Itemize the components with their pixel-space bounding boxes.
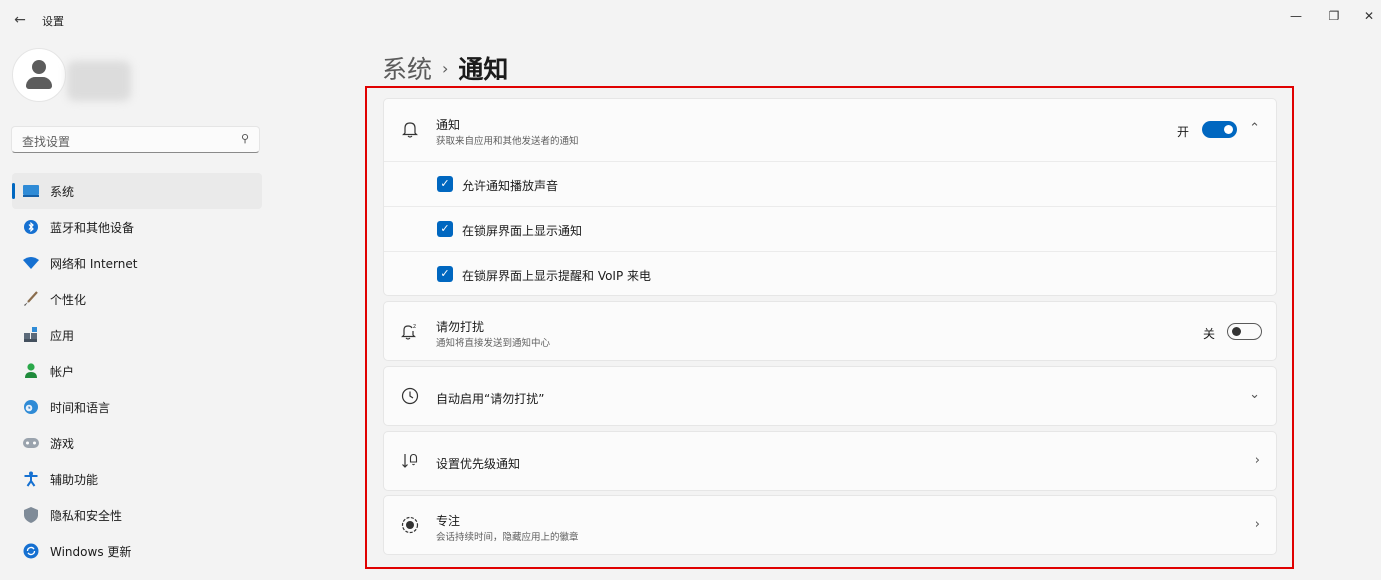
sidebar-item-label: 辅助功能 [50, 473, 99, 487]
sidebar-item-accounts[interactable]: 帐户 [12, 353, 262, 389]
notifications-subtitle: 获取来自应用和其他发送者的通知 [436, 136, 579, 147]
back-button[interactable]: ← [8, 10, 32, 30]
back-arrow-icon: ← [14, 12, 26, 28]
sidebar-item-label: 游戏 [50, 437, 75, 451]
apps-icon [22, 326, 40, 344]
bluetooth-icon [22, 218, 40, 236]
sidebar-item-label: 时间和语言 [50, 401, 111, 415]
dnd-toggle-state: 关 [1203, 327, 1216, 341]
sidebar-item-apps[interactable]: 应用 [12, 317, 262, 353]
list-item[interactable]: ✓ 允许通知播放声音 [384, 161, 1276, 206]
restore-button[interactable]: ❐ [1322, 6, 1346, 26]
notifications-toggle-state: 开 [1177, 125, 1190, 139]
chevron-up-icon[interactable]: ⌃ [1249, 121, 1260, 136]
sidebar-item-label: 隐私和安全性 [50, 509, 123, 523]
list-item[interactable]: ✓ 在锁屏界面上显示提醒和 VoIP 来电 [384, 251, 1276, 296]
lockscreen-reminders-checkbox[interactable]: ✓ [437, 266, 453, 282]
sidebar-item-label: 应用 [50, 329, 75, 343]
focus-subtitle: 会话持续时间，隐藏应用上的徽章 [436, 532, 579, 543]
sidebar-item-gaming[interactable]: 游戏 [12, 425, 262, 461]
bell-snooze-icon: z [400, 322, 420, 342]
sidebar-item-system[interactable]: 系统 [12, 173, 262, 209]
notifications-toggle[interactable] [1202, 121, 1237, 138]
checkbox-label: 允许通知播放声音 [462, 179, 559, 193]
focus-icon [400, 516, 420, 536]
search-input[interactable]: 查找设置 ⚲ [11, 126, 260, 153]
sidebar-item-time-language[interactable]: 时间和语言 [12, 389, 262, 425]
sidebar-nav: 系统 蓝牙和其他设备 网络和 Internet 个性化 应用 帐户 时间和语言 … [12, 173, 262, 569]
breadcrumb-chevron-icon: › [442, 59, 449, 78]
notifications-title: 通知 [436, 118, 461, 132]
clock-icon [400, 387, 420, 407]
toggle-knob [1232, 327, 1241, 336]
sidebar-item-label: 帐户 [50, 365, 75, 379]
priority-card[interactable]: 设置优先级通知 › [383, 431, 1277, 491]
sidebar-item-label: 个性化 [50, 293, 87, 307]
account-icon [22, 362, 40, 380]
dnd-toggle[interactable] [1227, 323, 1262, 340]
auto-dnd-card[interactable]: 自动启用“请勿打扰” ⌄ [383, 366, 1277, 426]
update-icon [22, 542, 40, 560]
focus-card[interactable]: 专注 会话持续时间，隐藏应用上的徽章 › [383, 495, 1277, 555]
checkbox-label: 在锁屏界面上显示提醒和 VoIP 来电 [462, 269, 652, 283]
wifi-icon [22, 254, 40, 272]
dnd-subtitle: 通知将直接发送到通知中心 [436, 338, 551, 349]
breadcrumb: 系统 › 通知 [382, 50, 509, 84]
search-icon: ⚲ [240, 132, 249, 145]
bell-icon [400, 120, 420, 140]
priority-title: 设置优先级通知 [436, 457, 521, 471]
dnd-card[interactable]: z 请勿打扰 通知将直接发送到通知中心 关 [383, 301, 1277, 361]
sidebar-item-accessibility[interactable]: 辅助功能 [12, 461, 262, 497]
notifications-card: 通知 获取来自应用和其他发送者的通知 开 ⌃ ✓ 允许通知播放声音 ✓ 在锁屏界… [383, 98, 1277, 296]
sidebar-item-personalization[interactable]: 个性化 [12, 281, 262, 317]
profile-name-blurred [67, 61, 131, 101]
chevron-down-icon: ⌄ [1249, 387, 1260, 402]
sidebar-item-bluetooth[interactable]: 蓝牙和其他设备 [12, 209, 262, 245]
globe-icon [22, 398, 40, 416]
sidebar-item-windows-update[interactable]: Windows 更新 [12, 533, 262, 569]
page-title: 通知 [458, 55, 509, 84]
user-profile[interactable] [12, 48, 272, 108]
title-bar: ← 设置 — ❐ ✕ [0, 0, 1381, 40]
lockscreen-notifications-checkbox[interactable]: ✓ [437, 221, 453, 237]
breadcrumb-parent[interactable]: 系统 [382, 55, 432, 84]
brush-icon [22, 290, 40, 308]
app-title: 设置 [42, 15, 64, 28]
checkbox-label: 在锁屏界面上显示通知 [462, 224, 583, 238]
sound-checkbox[interactable]: ✓ [437, 176, 453, 192]
active-indicator [12, 183, 15, 199]
minimize-button[interactable]: — [1284, 6, 1308, 26]
sidebar-item-label: 网络和 Internet [50, 257, 138, 271]
accessibility-icon [22, 470, 40, 488]
shield-icon [22, 506, 40, 524]
svg-text:z: z [413, 323, 416, 330]
system-icon [22, 182, 40, 200]
sidebar-item-network[interactable]: 网络和 Internet [12, 245, 262, 281]
priority-icon [400, 452, 420, 472]
chevron-right-icon: › [1254, 517, 1260, 532]
sidebar-item-privacy[interactable]: 隐私和安全性 [12, 497, 262, 533]
chevron-right-icon: › [1254, 453, 1260, 468]
list-item[interactable]: ✓ 在锁屏界面上显示通知 [384, 206, 1276, 251]
sidebar-item-label: Windows 更新 [50, 545, 132, 559]
avatar-head-icon [32, 60, 46, 74]
search-placeholder: 查找设置 [22, 135, 71, 149]
gamepad-icon [22, 434, 40, 452]
avatar [12, 48, 66, 102]
avatar-body-icon [26, 77, 52, 89]
sidebar-item-label: 蓝牙和其他设备 [50, 221, 135, 235]
focus-title: 专注 [436, 514, 461, 528]
sidebar-item-label: 系统 [50, 185, 75, 199]
auto-dnd-title: 自动启用“请勿打扰” [436, 392, 545, 406]
toggle-knob [1224, 125, 1233, 134]
dnd-title: 请勿打扰 [436, 320, 485, 334]
notifications-header[interactable]: 通知 获取来自应用和其他发送者的通知 开 ⌃ [384, 99, 1276, 161]
close-button[interactable]: ✕ [1357, 6, 1381, 26]
